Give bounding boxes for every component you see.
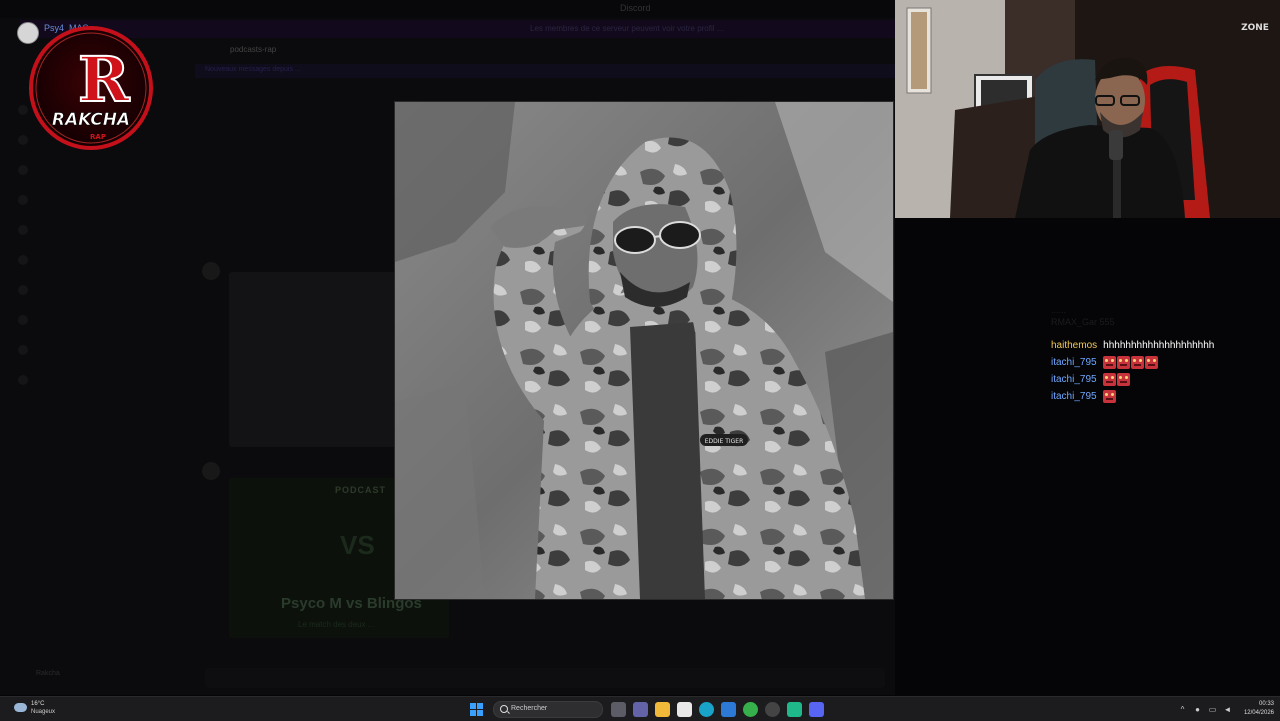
footer-user-name: Rakcha bbox=[36, 670, 60, 677]
devil-emote-icon bbox=[1102, 373, 1116, 386]
server-icon[interactable] bbox=[18, 255, 28, 265]
devil-emote-icon bbox=[1102, 390, 1116, 403]
clock-date: 12/04/2026 bbox=[1243, 710, 1274, 716]
volume-icon[interactable]: ◄ bbox=[1223, 705, 1232, 714]
footer-user-panel[interactable]: Rakcha bbox=[18, 668, 188, 688]
edge-icon[interactable] bbox=[699, 701, 714, 717]
post-author-avatar[interactable] bbox=[202, 462, 220, 480]
post-author-avatar[interactable] bbox=[202, 262, 220, 280]
system-tray: ^ ● ▭ ◄ bbox=[1178, 701, 1238, 717]
taskbar-clock[interactable]: 00:33 12/04/2026 bbox=[1238, 700, 1274, 718]
message-input[interactable] bbox=[205, 668, 885, 688]
server-icon[interactable] bbox=[18, 345, 28, 355]
svg-text:ZONE: ZONE bbox=[1241, 23, 1269, 33]
chat-username: itachi_795 bbox=[1051, 374, 1097, 385]
chat-message: itachi_795 bbox=[1051, 388, 1271, 405]
chevron-up-icon[interactable]: ^ bbox=[1178, 705, 1187, 714]
chat-faded-line: RMAX_Gar 555 bbox=[1051, 317, 1115, 327]
lightbox-photo: EDDIE TIGER bbox=[395, 102, 893, 599]
new-messages-text: Nouveaux messages depuis ... bbox=[205, 66, 301, 73]
app-window-title: Discord bbox=[620, 3, 651, 13]
server-icon[interactable] bbox=[18, 105, 28, 115]
chat-message: itachi_795 bbox=[1051, 354, 1271, 371]
chat-username: itachi_795 bbox=[1051, 357, 1097, 368]
chat-username: itachi_795 bbox=[1051, 391, 1097, 402]
app-icon[interactable] bbox=[787, 701, 802, 717]
taskbar-apps: Rechercher bbox=[470, 700, 831, 718]
devil-emote-icon bbox=[1116, 373, 1130, 386]
server-icon[interactable] bbox=[18, 135, 28, 145]
chat-text: hhhhhhhhhhhhhhhhhhhh bbox=[1103, 340, 1215, 351]
svg-text:EDDIE TIGER: EDDIE TIGER bbox=[705, 438, 744, 445]
app-titlebar: Discord bbox=[0, 0, 895, 18]
chat-message: haithemos hhhhhhhhhhhhhhhhhhhh bbox=[1051, 337, 1271, 354]
devil-emote-icon bbox=[1116, 356, 1130, 369]
task-view-icon[interactable] bbox=[611, 701, 626, 717]
post-image-card[interactable] bbox=[229, 272, 399, 447]
weather-temperature: 16°C bbox=[31, 701, 45, 707]
start-button[interactable] bbox=[470, 702, 483, 716]
clock-time: 00:33 bbox=[1258, 701, 1274, 707]
search-icon bbox=[500, 704, 508, 713]
server-icon[interactable] bbox=[18, 285, 28, 295]
network-icon[interactable]: ▭ bbox=[1208, 705, 1217, 714]
post-vs-text: VS bbox=[340, 530, 375, 560]
teams-icon[interactable] bbox=[633, 701, 648, 717]
app-notice-text: Les membres de ce serveur peuvent voir v… bbox=[530, 24, 724, 33]
server-icon[interactable] bbox=[18, 195, 28, 205]
microphone-icon[interactable]: ● bbox=[1193, 705, 1202, 714]
rakcha-logo: R RAKCHA RAP bbox=[29, 26, 153, 150]
devil-emote-icon bbox=[1130, 356, 1144, 369]
server-icon[interactable] bbox=[18, 375, 28, 385]
channel-sidebar bbox=[0, 80, 192, 690]
logo-letter: R bbox=[78, 43, 130, 116]
logo-text: RAKCHA bbox=[52, 110, 130, 130]
devil-emote-icon bbox=[1144, 356, 1158, 369]
windows-taskbar: 16°C Nuageux Rechercher ^ ● ▭ ◄ 00:33 12… bbox=[0, 696, 1280, 721]
chat-username: haithemos bbox=[1051, 340, 1098, 351]
speedometer-icon[interactable] bbox=[765, 701, 780, 717]
webcam-feed: ZONE bbox=[895, 0, 1280, 218]
taskbar-search[interactable]: Rechercher bbox=[493, 700, 603, 718]
post-subtitle: Le match des deux ... bbox=[298, 620, 375, 629]
cloud-icon bbox=[14, 703, 27, 712]
logo-subtext: RAP bbox=[90, 133, 106, 141]
devil-emote-icon bbox=[1102, 356, 1116, 369]
discord-icon[interactable] bbox=[809, 701, 824, 717]
server-icon[interactable] bbox=[18, 165, 28, 175]
new-messages-banner[interactable]: Nouveaux messages depuis ... bbox=[195, 64, 895, 78]
stream-chat: ...... RMAX_Gar 555 haithemos hhhhhhhhhh… bbox=[1051, 305, 1271, 405]
channel-header: podcasts-rap bbox=[200, 43, 895, 57]
weather-condition: Nuageux bbox=[31, 709, 56, 715]
server-icon[interactable] bbox=[18, 315, 28, 325]
server-icon[interactable] bbox=[18, 225, 28, 235]
image-lightbox[interactable]: EDDIE TIGER bbox=[394, 101, 894, 600]
mail-icon[interactable] bbox=[721, 701, 736, 717]
file-explorer-icon[interactable] bbox=[655, 701, 670, 717]
chrome-icon[interactable] bbox=[743, 701, 758, 717]
post-tag: PODCAST bbox=[335, 485, 387, 495]
chat-faded-line: ...... bbox=[1051, 305, 1067, 315]
search-placeholder: Rechercher bbox=[511, 704, 548, 712]
store-icon[interactable] bbox=[677, 701, 692, 717]
channel-name: podcasts-rap bbox=[230, 45, 277, 54]
chat-message: itachi_795 bbox=[1051, 371, 1271, 388]
webcam-scene: ZONE bbox=[895, 0, 1280, 218]
